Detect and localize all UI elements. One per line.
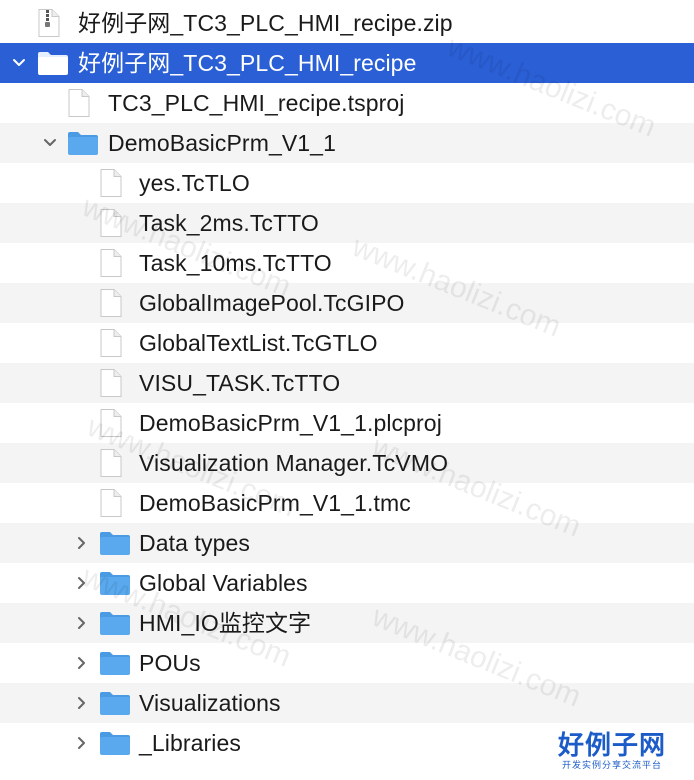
tree-item-label: GlobalImagePool.TcGIPO	[139, 290, 405, 316]
tree-item-label: DemoBasicPrm_V1_1.tmc	[139, 490, 411, 516]
tree-item-label: Task_10ms.TcTTO	[139, 250, 332, 276]
file-icon	[99, 243, 123, 283]
folder-icon	[99, 603, 131, 643]
tree-row[interactable]: POUs	[0, 643, 694, 683]
tree-item-label: DemoBasicPrm_V1_1.plcproj	[139, 410, 442, 436]
tree-row[interactable]: VISU_TASK.TcTTO	[0, 363, 694, 403]
tree-item-label: Visualization Manager.TcVMO	[139, 450, 449, 476]
tree-row[interactable]: yes.TcTLO	[0, 163, 694, 203]
chevron-down-icon[interactable]	[11, 43, 27, 83]
tree-row[interactable]: TC3_PLC_HMI_recipe.tsproj	[0, 83, 694, 123]
folder-icon	[99, 563, 131, 603]
folder-icon	[37, 43, 69, 83]
zip-file-icon	[37, 3, 61, 43]
file-icon	[99, 403, 123, 443]
tree-row[interactable]: Task_2ms.TcTTO	[0, 203, 694, 243]
tree-item-label: Data types	[139, 530, 250, 556]
tree-row[interactable]: Visualizations	[0, 683, 694, 723]
tree-item-label: VISU_TASK.TcTTO	[139, 370, 341, 396]
tree-row[interactable]: 好例子网_TC3_PLC_HMI_recipe	[0, 43, 694, 83]
chevron-right-icon[interactable]	[74, 643, 90, 683]
tree-item-label: yes.TcTLO	[139, 170, 250, 196]
file-icon	[99, 363, 123, 403]
folder-icon	[99, 523, 131, 563]
tree-row[interactable]: GlobalTextList.TcGTLO	[0, 323, 694, 363]
tree-item-label: TC3_PLC_HMI_recipe.tsproj	[108, 90, 405, 116]
tree-item-label: Global Variables	[139, 570, 308, 596]
chevron-right-icon[interactable]	[74, 563, 90, 603]
chevron-right-icon[interactable]	[74, 523, 90, 563]
folder-icon	[67, 123, 99, 163]
tree-item-label: GlobalTextList.TcGTLO	[139, 330, 378, 356]
site-watermark: 好例子网 开发实例分享交流平台	[558, 732, 666, 772]
file-icon	[99, 443, 123, 483]
tree-item-label: DemoBasicPrm_V1_1	[108, 130, 336, 156]
watermark-subtitle: 开发实例分享交流平台	[561, 761, 662, 771]
folder-icon	[99, 643, 131, 683]
chevron-right-icon[interactable]	[74, 603, 90, 643]
tree-item-label: Visualizations	[139, 690, 281, 716]
tree-row[interactable]: HMI_IO监控文字	[0, 603, 694, 643]
tree-item-label: Task_2ms.TcTTO	[139, 210, 319, 236]
file-icon	[99, 323, 123, 363]
tree-row[interactable]: DemoBasicPrm_V1_1	[0, 123, 694, 163]
chevron-right-icon[interactable]	[74, 683, 90, 723]
tree-row[interactable]: Visualization Manager.TcVMO	[0, 443, 694, 483]
tree-item-label: _Libraries	[139, 730, 241, 756]
file-icon	[99, 203, 123, 243]
tree-row[interactable]: DemoBasicPrm_V1_1.plcproj	[0, 403, 694, 443]
file-icon	[99, 283, 123, 323]
tree-row[interactable]: GlobalImagePool.TcGIPO	[0, 283, 694, 323]
file-tree: 好例子网_TC3_PLC_HMI_recipe.zip 好例子网_TC3_PLC_…	[0, 3, 694, 763]
tree-row[interactable]: Global Variables	[0, 563, 694, 603]
folder-icon	[99, 723, 131, 763]
tree-row[interactable]: Data types	[0, 523, 694, 563]
chevron-down-icon[interactable]	[42, 123, 58, 163]
tree-row[interactable]: DemoBasicPrm_V1_1.tmc	[0, 483, 694, 523]
file-icon	[99, 163, 123, 203]
folder-icon	[99, 683, 131, 723]
file-icon	[67, 83, 91, 123]
watermark-title: 好例子网	[557, 731, 666, 761]
tree-item-label: HMI_IO监控文字	[139, 610, 312, 636]
tree-item-label: 好例子网_TC3_PLC_HMI_recipe	[78, 50, 417, 76]
tree-item-label: 好例子网_TC3_PLC_HMI_recipe.zip	[78, 10, 453, 36]
tree-row[interactable]: 好例子网_TC3_PLC_HMI_recipe.zip	[0, 3, 694, 43]
tree-item-label: POUs	[139, 650, 201, 676]
chevron-right-icon[interactable]	[74, 723, 90, 763]
tree-row[interactable]: Task_10ms.TcTTO	[0, 243, 694, 283]
file-icon	[99, 483, 123, 523]
